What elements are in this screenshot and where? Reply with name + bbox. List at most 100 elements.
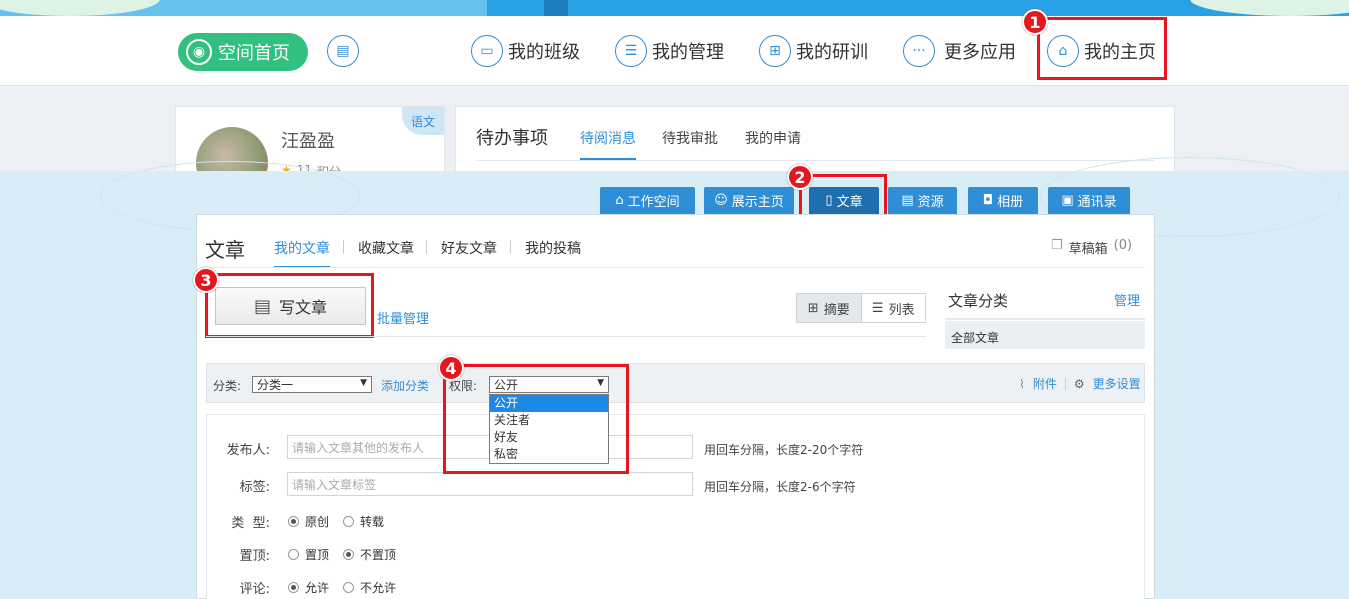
radio-original-label: 原创: [305, 515, 330, 529]
banner-lamp: [544, 0, 568, 16]
home-space-label: 空间首页: [218, 43, 290, 64]
paperclip-icon: ⌇: [1019, 376, 1025, 391]
category-all-articles[interactable]: 全部文章: [945, 321, 1145, 349]
grid-icon: ⊞: [807, 300, 819, 316]
tab-showcase[interactable]: ☺ 展示主页: [704, 187, 794, 214]
radio-repost-label: 转载: [360, 515, 385, 529]
tab-resources[interactable]: ▤ 资源: [888, 187, 957, 214]
highlight-box-4: [443, 364, 629, 474]
tab-contacts[interactable]: ▣ 通讯录: [1048, 187, 1130, 214]
nav-my-management[interactable]: ☰ 我的管理: [615, 35, 724, 67]
nav-more-apps[interactable]: ··· 更多应用: [903, 35, 1016, 67]
tab-workspace-label: 工作空间: [627, 195, 680, 210]
subtab-friend-articles[interactable]: 好友文章: [441, 238, 497, 258]
separator: [510, 240, 511, 254]
subtab-my-submissions[interactable]: 我的投稿: [525, 238, 581, 258]
tab-album[interactable]: ◘ 相册: [968, 187, 1038, 214]
divider: [476, 160, 1154, 161]
tags-hint: 用回车分隔，长度2-6个字符: [704, 480, 856, 494]
view-list-label: 列表: [888, 302, 915, 318]
tab-my-applications[interactable]: 我的申请: [745, 128, 801, 148]
top-banner: [0, 0, 1349, 16]
document-icon: ☰: [615, 35, 647, 67]
divider: [206, 336, 926, 337]
type-label: 类 型:: [231, 516, 270, 531]
radio-original[interactable]: [288, 516, 299, 527]
view-toggle: ⊞ 摘要 ☰ 列表: [796, 293, 926, 323]
nav-my-class[interactable]: ▭ 我的班级: [471, 35, 580, 67]
subtab-favorite-articles[interactable]: 收藏文章: [358, 238, 414, 258]
more-icon: ···: [903, 35, 935, 67]
camera-icon: ◘: [982, 193, 994, 208]
article-title: 文章: [205, 238, 245, 262]
file-icon: ▤: [901, 193, 914, 208]
comment-label: 评论:: [239, 582, 270, 597]
cloud-decoration: [1190, 0, 1349, 16]
subtab-my-articles[interactable]: 我的文章: [274, 238, 330, 268]
gear-icon: ⚙: [1073, 376, 1085, 391]
separator: [1064, 377, 1066, 390]
radio-allow-comment[interactable]: [288, 582, 299, 593]
radio-disallow-comment-label: 不允许: [360, 581, 397, 595]
radio-allow-comment-label: 允许: [305, 581, 330, 595]
monitor-icon: ▭: [471, 35, 503, 67]
batch-manage-link[interactable]: 批量管理: [377, 308, 429, 327]
category-manage-link[interactable]: 管理: [1114, 290, 1140, 309]
tab-contacts-label: 通讯录: [1077, 195, 1117, 210]
house-icon: ⌂: [615, 193, 624, 208]
add-category-link[interactable]: 添加分类: [381, 377, 429, 394]
step-marker-1: 1: [1022, 9, 1048, 35]
radio-no-pin-label: 不置顶: [360, 548, 397, 562]
category-select[interactable]: 分类一 ▼: [252, 376, 372, 393]
step-marker-3: 3: [193, 267, 219, 293]
separator: [426, 240, 427, 254]
radio-pin-top[interactable]: [288, 549, 299, 560]
drafts-label: 草稿箱: [1068, 242, 1108, 257]
nav-more-apps-label: 更多应用: [944, 42, 1016, 63]
view-list-button[interactable]: ☰ 列表: [862, 294, 926, 322]
drafts-count: (0): [1113, 238, 1133, 253]
attachment-link[interactable]: 附件: [1033, 375, 1057, 392]
subject-badge: 语文: [402, 107, 444, 135]
comment-radio-group: 允许 不允许: [288, 579, 396, 596]
view-summary-label: 摘要: [823, 302, 850, 318]
radio-disallow-comment[interactable]: [343, 582, 355, 593]
view-summary-button[interactable]: ⊞ 摘要: [797, 294, 862, 322]
tags-input[interactable]: 请输入文章标签: [287, 472, 693, 496]
highlight-box-3: [205, 273, 374, 338]
tab-pending-approval[interactable]: 待我审批: [662, 128, 718, 148]
nav-my-training[interactable]: ⊞ 我的研训: [759, 35, 868, 67]
more-settings-link[interactable]: 更多设置: [1093, 375, 1141, 392]
top-label: 置顶:: [239, 549, 270, 564]
tab-showcase-label: 展示主页: [731, 195, 784, 210]
radio-repost[interactable]: [343, 516, 355, 527]
step-marker-2: 2: [787, 164, 813, 190]
message-icon[interactable]: ▤: [327, 35, 359, 67]
category-select-value: 分类一: [257, 378, 294, 392]
todo-title: 待办事项: [476, 128, 548, 149]
divider: [945, 318, 1145, 320]
category-label: 分类:: [213, 379, 242, 393]
radio-pin-top-label: 置顶: [305, 548, 330, 562]
nav-my-training-label: 我的研训: [796, 42, 868, 63]
profile-name[interactable]: 汪盈盈: [281, 127, 335, 153]
list-icon: ☰: [871, 300, 884, 316]
dropdown-arrow-icon: ▼: [360, 378, 367, 388]
tab-workspace[interactable]: ⌂ 工作空间: [600, 187, 695, 214]
grid-icon: ⊞: [759, 35, 791, 67]
separator: [343, 240, 344, 254]
tab-unread-messages[interactable]: 待阅消息: [580, 128, 636, 160]
options-right: ⌇ 附件 ⚙ 更多设置: [1019, 375, 1141, 392]
category-title: 文章分类: [948, 292, 1009, 310]
home-space-button[interactable]: ◉ 空间首页: [178, 33, 308, 71]
drafts-link[interactable]: ❐ 草稿箱 (0): [1051, 238, 1132, 257]
drafts-icon: ❐: [1051, 238, 1063, 253]
radio-no-pin[interactable]: [343, 549, 355, 560]
top-radio-group: 置顶 不置顶: [288, 546, 396, 563]
tags-label: 标签:: [239, 480, 270, 495]
tab-resources-label: 资源: [917, 195, 944, 210]
user-icon: ◉: [186, 39, 212, 65]
person-icon: ☺: [714, 193, 728, 208]
publisher-label: 发布人:: [226, 443, 270, 458]
nav-my-management-label: 我的管理: [652, 42, 724, 63]
